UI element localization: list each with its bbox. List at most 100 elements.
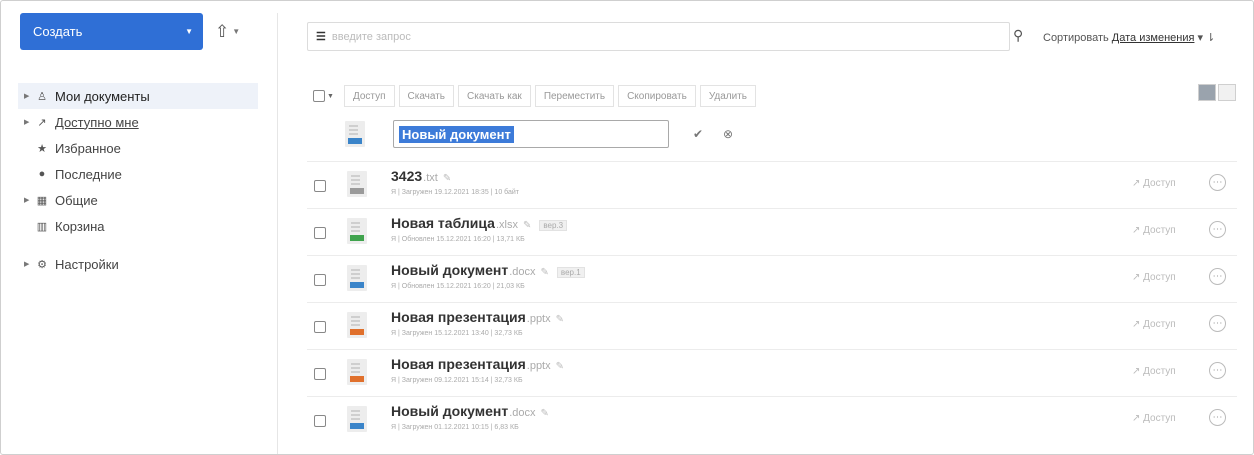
upload-button[interactable]: ⇧ ▼ <box>215 22 240 42</box>
copy-button[interactable]: Скопировать <box>618 85 696 107</box>
sidebar-item-trash[interactable]: ▥ Корзина <box>10 213 277 239</box>
file-name-text[interactable]: Новый документ <box>391 403 508 419</box>
row-checkbox[interactable] <box>314 274 326 286</box>
file-name-text[interactable]: Новая презентация <box>391 309 526 325</box>
delete-button[interactable]: Удалить <box>699 85 756 107</box>
confirm-button[interactable]: ✔ <box>687 123 709 145</box>
file-name[interactable]: Новая таблица .xlsx ✎ вер.3 <box>391 215 568 231</box>
rename-icon[interactable]: ✎ <box>556 314 564 325</box>
file-extension: .pptx <box>526 360 551 372</box>
rename-icon[interactable]: ✎ <box>541 408 549 419</box>
sidebar-item-favorites[interactable]: ★ Избранное <box>10 135 277 161</box>
table-row[interactable]: Новый документ .docx ✎ Я | Загружен 01.1… <box>307 396 1237 443</box>
sort-control[interactable]: Сортировать Дата изменения ▾ ⇂ <box>1043 31 1215 44</box>
chevron-down-icon[interactable]: ▾ <box>1198 32 1204 44</box>
access-button[interactable]: Доступ <box>343 85 395 107</box>
rename-icon[interactable]: ✎ <box>556 361 564 372</box>
file-name-text[interactable]: 3423 <box>391 168 422 184</box>
file-name[interactable]: Новая презентация .pptx ✎ <box>391 356 564 372</box>
more-actions-icon[interactable]: ⋯ <box>1209 268 1226 285</box>
access-link[interactable]: ↗ Доступ <box>1132 366 1176 377</box>
chevron-down-icon: ▼ <box>185 27 193 36</box>
row-checkbox[interactable] <box>314 180 326 192</box>
sidebar-item-recent[interactable]: ● Последние <box>10 161 277 187</box>
document-file-icon <box>347 406 367 432</box>
table-row[interactable]: 3423 .txt ✎ Я | Загружен 19.12.2021 18:3… <box>307 161 1237 208</box>
more-actions-icon[interactable]: ⋯ <box>1209 362 1226 379</box>
create-button-label: Создать <box>33 24 83 39</box>
move-button[interactable]: Переместить <box>534 85 615 107</box>
download-as-button[interactable]: Скачать как <box>458 85 531 107</box>
row-checkbox[interactable] <box>314 321 326 333</box>
sort-order-icon[interactable]: ⇂ <box>1206 32 1215 44</box>
chevron-down-icon[interactable]: ▼ <box>327 93 334 100</box>
file-meta: Я | Загружен 01.12.2021 10:15 | 6,83 КБ <box>391 424 519 431</box>
select-all-checkbox[interactable] <box>313 90 325 102</box>
sidebar-item-my-documents[interactable]: ▶ ♙ Мои документы <box>18 83 258 109</box>
expand-arrow-icon[interactable]: ▶ <box>24 92 34 100</box>
rename-icon[interactable]: ✎ <box>443 173 451 184</box>
access-link[interactable]: ↗ Доступ <box>1132 225 1176 236</box>
star-icon: ★ <box>37 142 47 155</box>
version-badge[interactable]: вер.3 <box>539 220 568 231</box>
rename-icon[interactable]: ✎ <box>523 220 531 231</box>
sidebar-item-common[interactable]: ▶ ▦ Общие <box>10 187 277 213</box>
more-actions-icon[interactable]: ⋯ <box>1209 174 1226 191</box>
access-link[interactable]: ↗ Доступ <box>1132 413 1176 424</box>
file-name-text[interactable]: Новая таблица <box>391 215 495 231</box>
file-name-text[interactable]: Новый документ <box>391 262 508 278</box>
file-meta: Я | Обновлен 15.12.2021 16:20 | 13,71 КБ <box>391 236 525 243</box>
presentation-file-icon <box>347 312 367 338</box>
file-name[interactable]: Новая презентация .pptx ✎ <box>391 309 564 325</box>
chevron-down-icon: ▼ <box>232 27 241 36</box>
search-bar[interactable]: ☰ введите запрос <box>307 22 1010 51</box>
cancel-button[interactable]: ⊗ <box>717 123 739 145</box>
grid-view-button[interactable] <box>1218 84 1236 101</box>
row-checkbox[interactable] <box>314 368 326 380</box>
more-actions-icon[interactable]: ⋯ <box>1209 409 1226 426</box>
expand-arrow-icon[interactable]: ▶ <box>24 118 34 126</box>
file-name[interactable]: Новый документ .docx ✎ <box>391 403 549 419</box>
row-checkbox[interactable] <box>314 227 326 239</box>
file-name[interactable]: 3423 .txt ✎ <box>391 168 451 184</box>
share-icon: ↗ <box>1132 319 1144 330</box>
trash-icon: ▥ <box>36 220 48 233</box>
row-checkbox[interactable] <box>314 415 326 427</box>
sidebar-item-settings[interactable]: ▶ ⚙ Настройки <box>10 251 277 277</box>
file-name[interactable]: Новый документ .docx ✎ вер.1 <box>391 262 585 278</box>
access-label: Доступ <box>1143 366 1176 377</box>
create-row: Создать ▼ ⇧ ▼ <box>20 13 277 50</box>
file-list: 3423 .txt ✎ Я | Загружен 19.12.2021 18:3… <box>307 161 1237 443</box>
search-input[interactable]: введите запрос <box>332 31 411 43</box>
table-row[interactable]: Новая таблица .xlsx ✎ вер.3 Я | Обновлен… <box>307 208 1237 255</box>
sort-value[interactable]: Дата изменения <box>1112 32 1195 44</box>
close-icon: ⊗ <box>722 127 734 141</box>
search-icon[interactable]: ⚲ <box>1013 27 1023 44</box>
filter-icon[interactable]: ☰ <box>316 30 326 43</box>
new-document-name-input[interactable]: Новый документ <box>393 120 669 148</box>
sidebar-item-shared-with-me[interactable]: ▶ ↗ Доступно мне <box>10 109 277 135</box>
table-row[interactable]: Новая презентация .pptx ✎ Я | Загружен 0… <box>307 349 1237 396</box>
access-link[interactable]: ↗ Доступ <box>1132 319 1176 330</box>
rename-icon[interactable]: ✎ <box>541 267 549 278</box>
txt-file-icon <box>347 171 367 197</box>
more-actions-icon[interactable]: ⋯ <box>1209 221 1226 238</box>
download-button[interactable]: Скачать <box>398 85 454 107</box>
create-button[interactable]: Создать ▼ <box>20 13 203 50</box>
expand-arrow-icon[interactable]: ▶ <box>24 196 34 204</box>
sidebar-item-label: Мои документы <box>55 88 150 104</box>
access-link[interactable]: ↗ Доступ <box>1132 272 1176 283</box>
table-row[interactable]: Новая презентация .pptx ✎ Я | Загружен 1… <box>307 302 1237 349</box>
access-label: Доступ <box>1143 413 1176 424</box>
access-link[interactable]: ↗ Доступ <box>1132 178 1176 189</box>
select-all-dropdown[interactable]: ▼ <box>313 90 334 102</box>
expand-arrow-icon[interactable]: ▶ <box>24 260 34 268</box>
version-badge[interactable]: вер.1 <box>556 267 585 278</box>
view-toggle <box>1198 84 1236 101</box>
list-view-button[interactable] <box>1198 84 1216 101</box>
more-actions-icon[interactable]: ⋯ <box>1209 315 1226 332</box>
new-document-name[interactable]: Новый документ <box>399 125 514 143</box>
table-row[interactable]: Новый документ .docx ✎ вер.1 Я | Обновле… <box>307 255 1237 302</box>
file-name-text[interactable]: Новая презентация <box>391 356 526 372</box>
